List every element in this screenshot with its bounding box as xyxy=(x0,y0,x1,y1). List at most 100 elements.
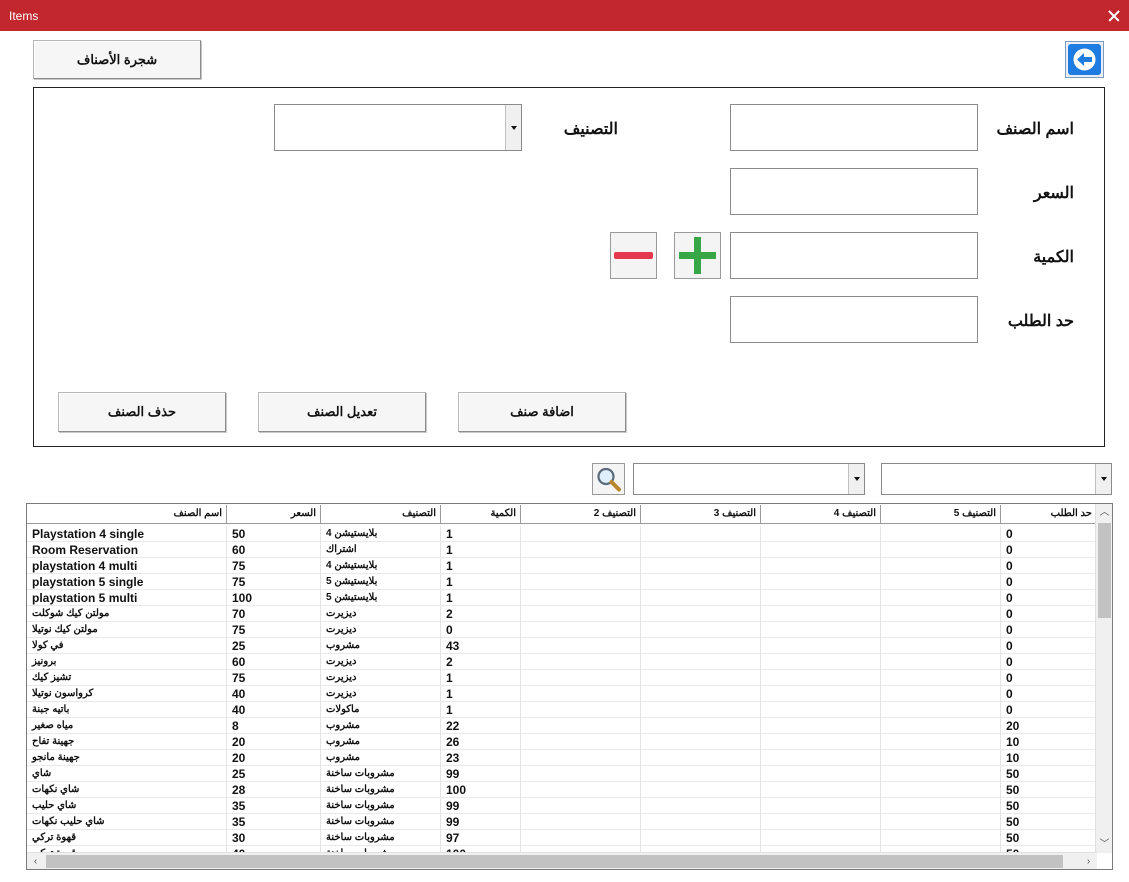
table-cell: ديزيرت xyxy=(321,622,441,638)
table-cell xyxy=(641,542,761,558)
table-row[interactable]: في كولا 25 مشروب 43 0 xyxy=(27,638,1097,654)
table-cell: 20 xyxy=(1001,718,1097,734)
close-icon[interactable] xyxy=(1098,0,1129,31)
table-cell xyxy=(881,654,1001,670)
table-cell xyxy=(521,654,641,670)
table-cell: 35 xyxy=(227,798,321,814)
table-cell xyxy=(881,590,1001,606)
table-cell: 50 xyxy=(1001,814,1097,830)
price-field[interactable] xyxy=(730,168,978,215)
table-row[interactable]: تشيز كيك 75 ديزيرت 1 0 xyxy=(27,670,1097,686)
add-item-button[interactable]: اضافة صنف xyxy=(458,392,626,432)
items-table[interactable]: اسم الصنف السعر التصنيف الكمية التصنيف 2 التص… xyxy=(26,503,1113,870)
table-cell xyxy=(521,542,641,558)
table-cell xyxy=(761,526,881,542)
quantity-field[interactable] xyxy=(730,232,978,279)
filter-field-select[interactable] xyxy=(633,463,865,495)
table-cell: 1 xyxy=(441,542,521,558)
table-cell xyxy=(761,766,881,782)
table-cell xyxy=(521,574,641,590)
table-row[interactable]: جهينة مانجو 20 مشروب 23 10 xyxy=(27,750,1097,766)
delete-item-button[interactable]: حذف الصنف xyxy=(58,392,226,432)
scroll-right-icon[interactable]: › xyxy=(1080,853,1097,869)
table-cell: مشروب xyxy=(321,638,441,654)
filter-value-select[interactable] xyxy=(881,463,1112,495)
table-cell: 2 xyxy=(441,606,521,622)
table-row[interactable]: playstation 5 single 75 بلايستيشن 51 0 xyxy=(27,574,1097,590)
column-header[interactable]: التصنيف 4 xyxy=(761,505,881,524)
column-header[interactable]: التصنيف 5 xyxy=(881,505,1001,524)
table-cell: ديزيرت xyxy=(321,686,441,702)
table-cell: كرواسون نوتيلا xyxy=(27,686,227,702)
table-cell xyxy=(641,638,761,654)
item-name-field[interactable] xyxy=(730,104,978,151)
table-cell xyxy=(881,766,1001,782)
horizontal-scrollbar[interactable]: ‹ › xyxy=(27,852,1097,869)
table-row[interactable]: شاي نكهات 28 مشروبات ساخنة 100 50 xyxy=(27,782,1097,798)
table-row[interactable]: شاي حليب 35 مشروبات ساخنة 99 50 xyxy=(27,798,1097,814)
table-cell xyxy=(761,734,881,750)
table-row[interactable]: قهوة تركي 30 مشروبات ساخنة 97 50 xyxy=(27,830,1097,846)
table-cell: 1 xyxy=(441,590,521,606)
table-row[interactable]: مولتن كيك شوكلت 70 ديزيرت 2 0 xyxy=(27,606,1097,622)
scroll-left-icon[interactable]: ‹ xyxy=(27,853,44,869)
table-header: اسم الصنف السعر التصنيف الكمية التصنيف 2 التص… xyxy=(27,505,1097,524)
table-cell xyxy=(881,750,1001,766)
table-row[interactable]: مولتن كيك نوتيلا 75 ديزيرت 0 0 xyxy=(27,622,1097,638)
decrease-quantity-button[interactable] xyxy=(610,232,657,279)
table-cell: playstation 5 multi xyxy=(27,590,227,606)
table-row[interactable]: Room Reservation 60 اشتراك 1 0 xyxy=(27,542,1097,558)
table-cell: قهوة تركي xyxy=(27,830,227,846)
column-header[interactable]: التصنيف 2 xyxy=(521,505,641,524)
back-button[interactable] xyxy=(1065,41,1104,78)
table-cell: 50 xyxy=(1001,798,1097,814)
chevron-down-icon[interactable] xyxy=(848,464,864,494)
column-header[interactable]: الكمية xyxy=(441,505,521,524)
increase-quantity-button[interactable] xyxy=(674,232,721,279)
table-cell: 50 xyxy=(1001,766,1097,782)
table-cell: 40 xyxy=(227,702,321,718)
table-cell: 99 xyxy=(441,814,521,830)
chevron-down-icon[interactable] xyxy=(505,105,521,150)
reorder-limit-field[interactable] xyxy=(730,296,978,343)
vertical-scrollbar[interactable]: ︿ ﹀ xyxy=(1095,504,1112,853)
table-cell: 0 xyxy=(1001,574,1097,590)
plus-icon xyxy=(679,237,716,274)
table-cell xyxy=(521,702,641,718)
table-cell xyxy=(881,542,1001,558)
table-cell xyxy=(641,798,761,814)
edit-item-button[interactable]: تعديل الصنف xyxy=(258,392,426,432)
table-row[interactable]: playstation 4 multi 75 بلايستيشن 41 0 xyxy=(27,558,1097,574)
table-row[interactable]: شاي حليب نكهات 35 مشروبات ساخنة 99 50 xyxy=(27,814,1097,830)
table-row[interactable]: شاي 25 مشروبات ساخنة 99 50 xyxy=(27,766,1097,782)
search-button[interactable] xyxy=(592,463,625,495)
table-cell: 0 xyxy=(441,622,521,638)
scroll-down-icon[interactable]: ﹀ xyxy=(1096,836,1112,853)
horizontal-scroll-thumb[interactable] xyxy=(46,855,1063,868)
table-cell: playstation 4 multi xyxy=(27,558,227,574)
column-header[interactable]: السعر xyxy=(227,505,321,524)
table-row[interactable]: برونيز 60 ديزيرت 2 0 xyxy=(27,654,1097,670)
category-select[interactable] xyxy=(274,104,522,151)
column-header[interactable]: حد الطلب xyxy=(1001,505,1097,524)
table-row[interactable]: مياه صغير 8 مشروب 22 20 xyxy=(27,718,1097,734)
table-row[interactable]: Playstation 4 single 50 بلايستيشن 41 0 xyxy=(27,526,1097,542)
chevron-down-icon[interactable] xyxy=(1095,464,1111,494)
category-tree-button[interactable]: شجرة الأصناف xyxy=(33,40,201,79)
table-row[interactable]: كرواسون نوتيلا 40 ديزيرت 1 0 xyxy=(27,686,1097,702)
column-header[interactable]: التصنيف xyxy=(321,505,441,524)
table-cell xyxy=(521,558,641,574)
column-header[interactable]: التصنيف 3 xyxy=(641,505,761,524)
column-header[interactable]: اسم الصنف xyxy=(27,505,227,524)
table-row[interactable]: جهينة تفاح 20 مشروب 26 10 xyxy=(27,734,1097,750)
table-cell: 10 xyxy=(1001,750,1097,766)
scroll-up-icon[interactable]: ︿ xyxy=(1096,504,1112,521)
table-cell: Playstation 4 single xyxy=(27,526,227,542)
table-cell: مولتن كيك نوتيلا xyxy=(27,622,227,638)
table-row[interactable]: playstation 5 multi 100 بلايستيشن 51 0 xyxy=(27,590,1097,606)
quantity-label: الكمية xyxy=(1033,249,1074,266)
vertical-scroll-thumb[interactable] xyxy=(1098,523,1111,618)
table-cell xyxy=(641,606,761,622)
table-row[interactable]: باتيه جبنة 40 ماكولات 1 0 xyxy=(27,702,1097,718)
table-cell xyxy=(761,654,881,670)
